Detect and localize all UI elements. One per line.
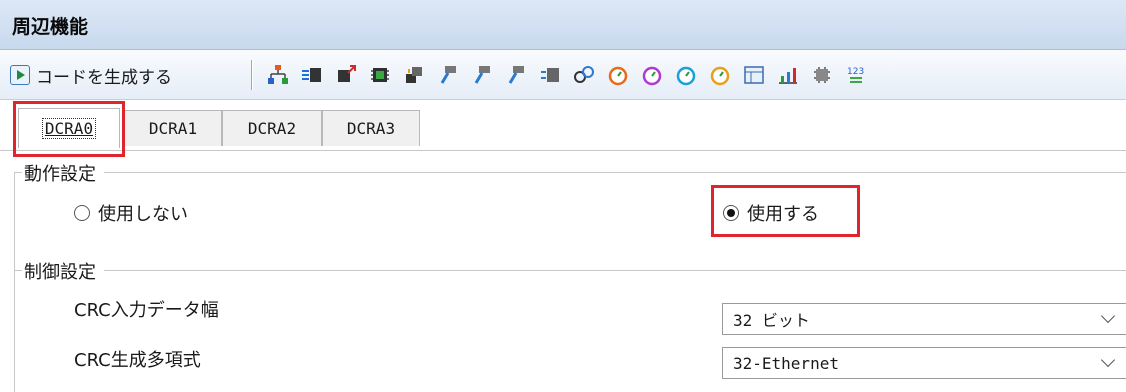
group-left-border bbox=[14, 172, 15, 392]
group-divider bbox=[14, 270, 1126, 271]
radio-label: 使用しない bbox=[98, 204, 188, 225]
tab-divider bbox=[0, 150, 1126, 151]
tab-highlight-box bbox=[13, 101, 125, 157]
link-icon[interactable] bbox=[572, 63, 596, 87]
svg-text:123: 123 bbox=[847, 67, 864, 77]
org-chart-icon[interactable] bbox=[266, 63, 290, 87]
select-value: 32-Ethernet bbox=[733, 353, 839, 373]
select-value: 32 ビット bbox=[733, 311, 810, 330]
radio-not-use[interactable]: 使用しない bbox=[74, 200, 188, 226]
panel-icon[interactable] bbox=[742, 63, 766, 87]
window-title: 周辺機能 bbox=[12, 16, 89, 38]
numbers-icon[interactable]: 123 bbox=[844, 63, 868, 87]
chip-arrow-icon[interactable] bbox=[334, 63, 358, 87]
grid-chip-icon[interactable] bbox=[538, 63, 562, 87]
toolbar-separator bbox=[251, 60, 252, 90]
timer-icon[interactable] bbox=[606, 63, 630, 87]
chip-stack-icon[interactable] bbox=[402, 63, 426, 87]
generate-code-icon bbox=[10, 65, 30, 85]
timer-icon[interactable] bbox=[708, 63, 732, 87]
tab-dcra2[interactable]: DCRA2 bbox=[222, 110, 322, 146]
operation-group-title: 動作設定 bbox=[22, 160, 104, 186]
radio-circle bbox=[74, 205, 90, 221]
group-divider bbox=[14, 172, 1126, 173]
chip-green-icon[interactable] bbox=[368, 63, 392, 87]
chip-gray-icon[interactable] bbox=[810, 63, 834, 87]
tab-dcra1[interactable]: DCRA1 bbox=[124, 110, 222, 146]
tab-dcra3[interactable]: DCRA3 bbox=[322, 110, 420, 146]
chevron-down-icon bbox=[1100, 352, 1116, 368]
crc-polynomial-select[interactable]: 32-Ethernet bbox=[722, 347, 1126, 379]
generate-code-button[interactable]: コードを生成する bbox=[10, 60, 172, 90]
connector-icon[interactable] bbox=[504, 63, 528, 87]
toolbar: コードを生成する 123 bbox=[0, 50, 1126, 100]
connector-icon[interactable] bbox=[436, 63, 460, 87]
timer-icon[interactable] bbox=[640, 63, 664, 87]
crc-input-width-select[interactable]: 32 ビット bbox=[722, 303, 1126, 335]
control-group-title: 制御設定 bbox=[22, 258, 104, 284]
crc-polynomial-label: CRC生成多項式 bbox=[74, 350, 201, 371]
clock-chip-icon[interactable] bbox=[300, 63, 324, 87]
generate-code-label: コードを生成する bbox=[36, 67, 172, 88]
connector-icon[interactable] bbox=[470, 63, 494, 87]
title-bar: 周辺機能 bbox=[0, 0, 1126, 50]
timer-icon[interactable] bbox=[674, 63, 698, 87]
chevron-down-icon bbox=[1100, 308, 1116, 324]
radio-highlight-box bbox=[711, 185, 860, 237]
chart-icon[interactable] bbox=[776, 63, 800, 87]
tab-strip: DCRA0 DCRA1 DCRA2 DCRA3 bbox=[0, 104, 1126, 152]
crc-input-width-label: CRC入力データ幅 bbox=[74, 300, 219, 321]
